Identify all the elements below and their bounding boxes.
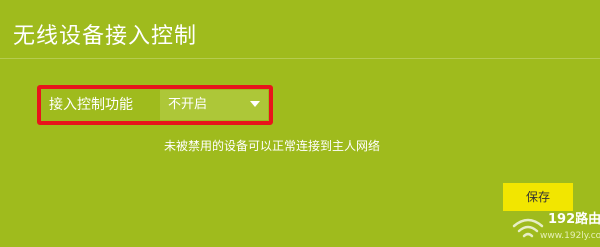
- watermark-url: www.192ly.com: [540, 231, 600, 241]
- access-control-hint: 未被禁用的设备可以正常连接到主人网络: [164, 139, 381, 153]
- access-control-selected-value: 不开启: [168, 97, 208, 112]
- watermark-logo-text: 192路由网: [548, 212, 600, 227]
- access-control-label: 接入控制功能: [49, 97, 133, 113]
- header-divider: [0, 58, 600, 59]
- save-button[interactable]: 保存: [503, 183, 573, 211]
- access-control-select[interactable]: 不开启: [160, 90, 268, 120]
- watermark: 192路由网 www.192ly.com: [510, 210, 600, 247]
- page-title: 无线设备接入控制: [13, 24, 198, 49]
- chevron-down-icon: [250, 101, 260, 107]
